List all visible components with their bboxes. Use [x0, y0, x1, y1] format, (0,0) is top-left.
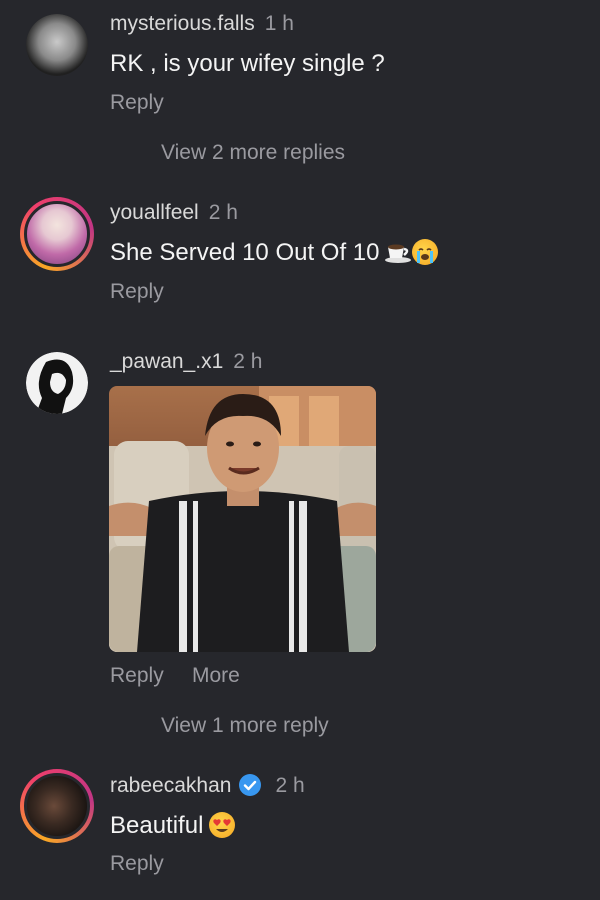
comment-text: RK , is your wifey single ?: [110, 50, 385, 77]
username[interactable]: _pawan_.x1: [110, 350, 223, 373]
gif-image[interactable]: [109, 386, 376, 652]
timestamp: 2 h: [233, 350, 263, 373]
comment-header: _pawan_.x1 2 h: [110, 350, 262, 374]
avatar[interactable]: [20, 769, 94, 843]
avatar[interactable]: [20, 197, 94, 271]
username[interactable]: mysterious.falls: [110, 12, 255, 35]
reply-button[interactable]: Reply: [110, 280, 164, 304]
username[interactable]: rabeecakhan: [110, 774, 231, 797]
timestamp: 1 h: [264, 12, 294, 35]
more-button[interactable]: More: [192, 664, 240, 688]
timestamp: 2 h: [275, 774, 305, 797]
comment-text-row: She Served 10 Out Of 10: [110, 239, 438, 267]
view-more-replies-button[interactable]: View 2 more replies: [161, 141, 345, 165]
reply-button[interactable]: Reply: [110, 91, 164, 115]
reply-button[interactable]: Reply: [110, 852, 164, 876]
comment-text: Beautiful: [110, 812, 204, 839]
crying-face-emoji: [411, 239, 438, 265]
comment-text: She Served 10 Out Of 10: [110, 239, 380, 266]
verified-badge-icon: [239, 774, 262, 796]
comment-header: rabeecakhan 2 h: [110, 774, 305, 798]
coffee-cup-emoji: [384, 241, 411, 263]
comment-header: mysterious.falls 1 h: [110, 12, 294, 36]
comment-text-row: Beautiful: [110, 812, 236, 840]
avatar[interactable]: [26, 352, 88, 414]
timestamp: 2 h: [208, 201, 238, 224]
view-more-replies-button[interactable]: View 1 more reply: [161, 714, 329, 738]
avatar[interactable]: [26, 14, 88, 76]
username[interactable]: youallfeel: [110, 201, 199, 224]
reply-button[interactable]: Reply: [110, 664, 164, 688]
heart-eyes-emoji: [209, 812, 236, 838]
comment-header: youallfeel 2 h: [110, 201, 238, 225]
